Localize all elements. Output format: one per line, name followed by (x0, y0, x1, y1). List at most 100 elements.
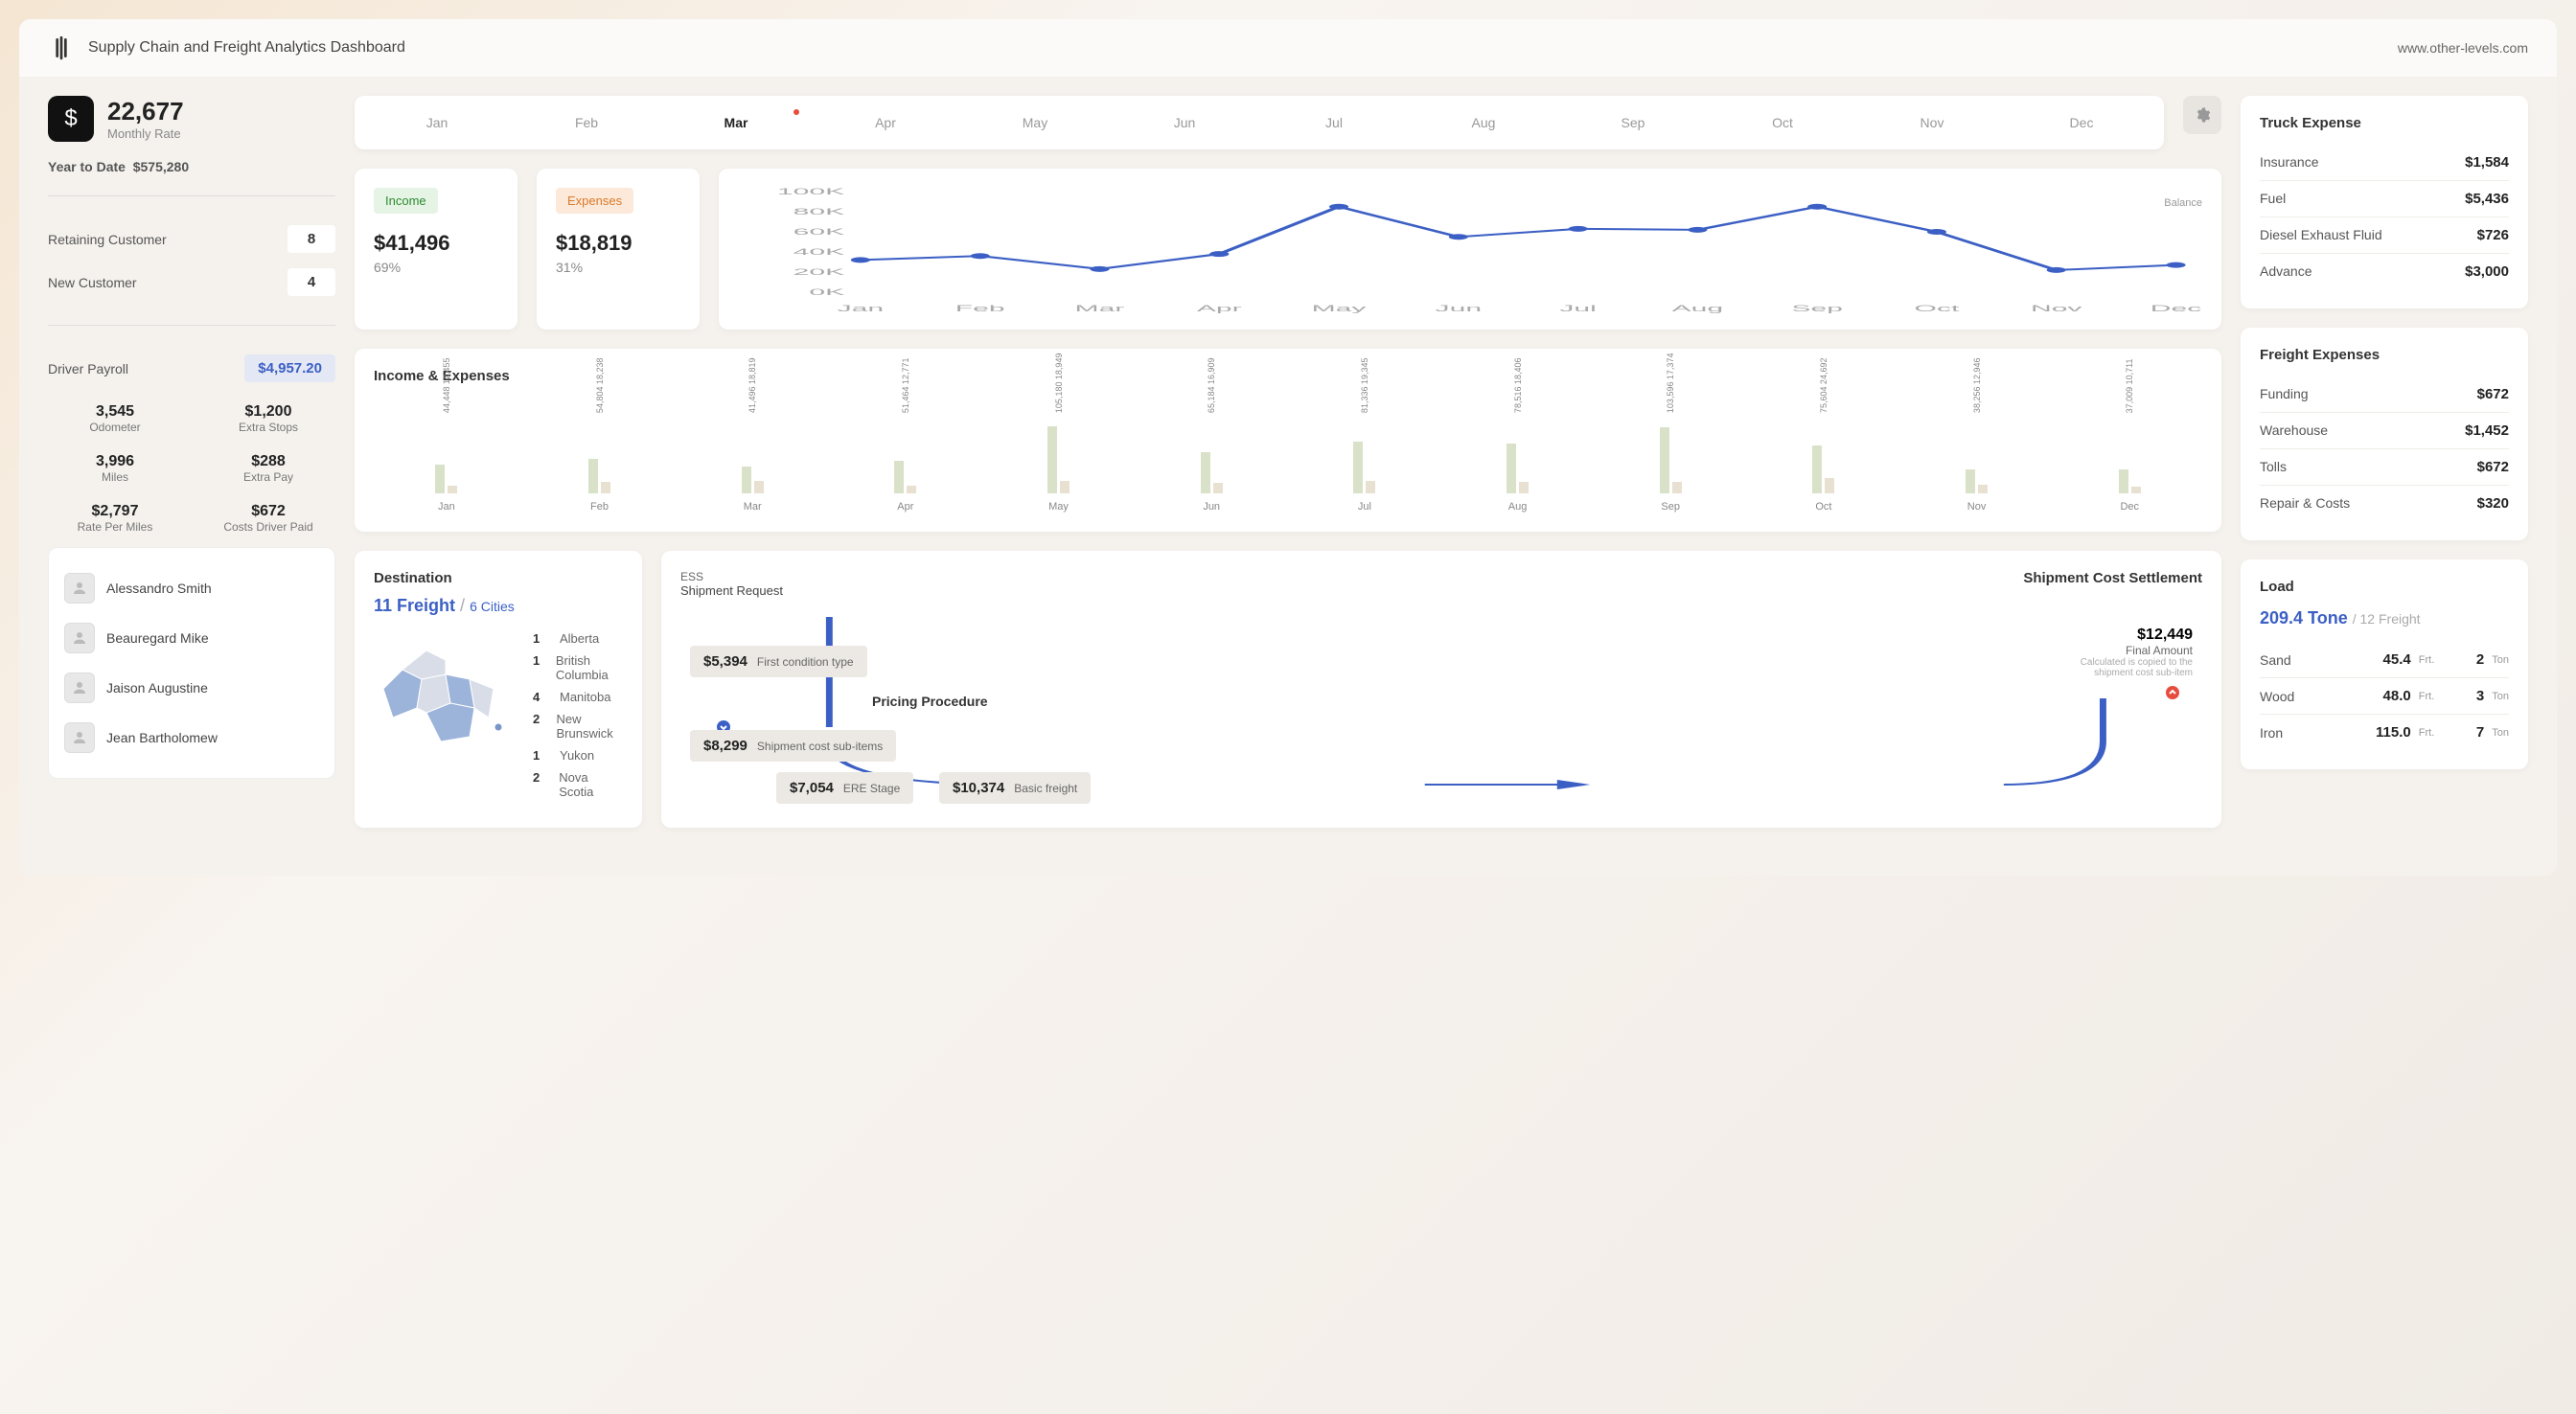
payroll-label: Driver Payroll (48, 361, 128, 376)
ie-bar-group: 37,00910,711 Dec (2057, 359, 2202, 513)
truck-exp-row: Diesel Exhaust Fluid$726 (2260, 217, 2509, 254)
svg-text:May: May (1312, 304, 1368, 313)
stat-item: $288Extra Pay (201, 453, 335, 484)
truck-expense-card: Truck Expense Insurance$1,584Fuel$5,436D… (2241, 96, 2528, 308)
driver-row[interactable]: Jaison Augustine (64, 663, 319, 713)
month-oct[interactable]: Oct (1708, 107, 1857, 138)
month-jul[interactable]: Jul (1259, 107, 1409, 138)
ie-bar-group: 105,18018,949 May (986, 354, 1132, 513)
header-url[interactable]: www.other-levels.com (2398, 40, 2528, 56)
truck-exp-row: Advance$3,000 (2260, 254, 2509, 289)
freight-exp-row: Funding$672 (2260, 376, 2509, 413)
freight-expense-card: Freight Expenses Funding$672Warehouse$1,… (2241, 328, 2528, 540)
month-dec[interactable]: Dec (2007, 107, 2156, 138)
income-value: $41,496 (374, 231, 498, 256)
drivers-list: Alessandro SmithBeauregard MikeJaison Au… (48, 547, 335, 779)
svg-text:0K: 0K (809, 287, 844, 297)
income-expense-chart: Income & Expenses 44,44812,455 Jan 54,80… (355, 349, 2221, 532)
load-card: Load 209.4 Tone / 12 Freight Sand45.4Frt… (2241, 559, 2528, 769)
svg-text:Feb: Feb (955, 304, 1005, 313)
ship-box-1: $5,394First condition type (690, 646, 867, 677)
ship-box-4: $10,374Basic freight (939, 772, 1091, 804)
month-nov[interactable]: Nov (1857, 107, 2007, 138)
income-card: Income $41,496 69% (355, 169, 518, 330)
dest-title: Destination (374, 570, 623, 586)
month-aug[interactable]: Aug (1409, 107, 1558, 138)
stat-item: $1,200Extra Stops (201, 403, 335, 434)
rate-value: 22,677 (107, 97, 184, 126)
truck-exp-row: Fuel$5,436 (2260, 181, 2509, 217)
income-pct: 69% (374, 260, 498, 275)
income-badge: Income (374, 188, 438, 214)
svg-text:Aug: Aug (1672, 304, 1724, 313)
driver-row[interactable]: Alessandro Smith (64, 563, 319, 613)
expense-badge: Expenses (556, 188, 633, 214)
svg-text:Sep: Sep (1791, 304, 1843, 313)
balance-chart-title: Balance (2164, 197, 2202, 209)
dest-item: 2Nova Scotia (533, 770, 623, 799)
driver-row[interactable]: Jean Bartholomew (64, 713, 319, 763)
stat-item: 3,545Odometer (48, 403, 182, 434)
expense-card: Expenses $18,819 31% (537, 169, 700, 330)
stat-item: $672Costs Driver Paid (201, 503, 335, 534)
final-amount: $12,449 Final Amount Calculated is copie… (2058, 627, 2193, 678)
expense-pct: 31% (556, 260, 680, 275)
ship-title: Shipment Cost Settlement (2023, 570, 2202, 598)
ie-bar-group: 103,59617,374 Sep (1598, 354, 1743, 513)
month-sep[interactable]: Sep (1558, 107, 1708, 138)
ie-bar-group: 81,33619,345 Jul (1292, 358, 1438, 513)
ie-bar-group: 75,60424,692 Oct (1751, 358, 1897, 513)
customer-row: Retaining Customer8 (48, 217, 335, 261)
month-may[interactable]: May (960, 107, 1110, 138)
month-apr[interactable]: Apr (811, 107, 960, 138)
avatar-icon (64, 623, 95, 653)
svg-text:Jul: Jul (1559, 304, 1596, 313)
expense-value: $18,819 (556, 231, 680, 256)
ship-ess: ESS (680, 570, 783, 583)
month-jan[interactable]: Jan (362, 107, 512, 138)
load-row: Wood48.0Frt.3Ton (2260, 678, 2509, 715)
month-mar[interactable]: Mar (661, 107, 811, 138)
ie-bar-group: 41,49618,819 Mar (679, 358, 825, 513)
month-jun[interactable]: Jun (1110, 107, 1259, 138)
dest-item: 2New Brunswick (533, 712, 623, 741)
load-sub: 209.4 Tone / 12 Freight (2260, 608, 2509, 628)
dest-item: 1British Columbia (533, 653, 623, 682)
dest-item: 1Alberta (533, 631, 623, 646)
node-up-icon (2166, 686, 2179, 699)
svg-text:Apr: Apr (1197, 304, 1243, 313)
ie-bar-group: 78,51618,406 Aug (1445, 358, 1591, 513)
payroll-value[interactable]: $4,957.20 (244, 354, 335, 382)
month-feb[interactable]: Feb (512, 107, 661, 138)
avatar-icon (64, 673, 95, 703)
freight-exp-row: Warehouse$1,452 (2260, 413, 2509, 449)
canada-map-icon (374, 631, 518, 765)
ie-bar-group: 44,44812,455 Jan (374, 358, 519, 513)
dollar-icon: $ (48, 96, 94, 142)
freight-exp-row: Tolls$672 (2260, 449, 2509, 486)
shipment-card: ESS Shipment Request Shipment Cost Settl… (661, 551, 2221, 828)
freight-exp-row: Repair & Costs$320 (2260, 486, 2509, 521)
svg-text:60K: 60K (794, 227, 845, 237)
customer-row: New Customer4 (48, 261, 335, 304)
svg-text:Dec: Dec (2150, 304, 2202, 313)
stat-item: 3,996Miles (48, 453, 182, 484)
driver-row[interactable]: Beauregard Mike (64, 613, 319, 663)
dest-sub: 11 Freight / 6 Cities (374, 596, 623, 616)
svg-text:Jan: Jan (838, 304, 885, 313)
ship-box-2: $8,299Shipment cost sub-items (690, 730, 896, 762)
svg-text:Oct: Oct (1915, 304, 1961, 313)
truck-exp-row: Insurance$1,584 (2260, 145, 2509, 181)
driver-payroll-row: Driver Payroll $4,957.20 (48, 347, 335, 390)
stat-item: $2,797Rate Per Miles (48, 503, 182, 534)
svg-text:Nov: Nov (2031, 304, 2083, 313)
destination-card: Destination 11 Freight / 6 Cities 1Alber… (355, 551, 642, 828)
ship-req: Shipment Request (680, 583, 783, 598)
settings-button[interactable] (2183, 96, 2221, 134)
dest-item: 4Manitoba (533, 690, 623, 704)
ie-bar-group: 38,25612,946 Nov (1904, 358, 2050, 513)
ie-bar-group: 54,80418,238 Feb (527, 358, 673, 513)
svg-text:80K: 80K (794, 207, 845, 217)
avatar-icon (64, 722, 95, 753)
svg-text:Jun: Jun (1436, 304, 1483, 313)
